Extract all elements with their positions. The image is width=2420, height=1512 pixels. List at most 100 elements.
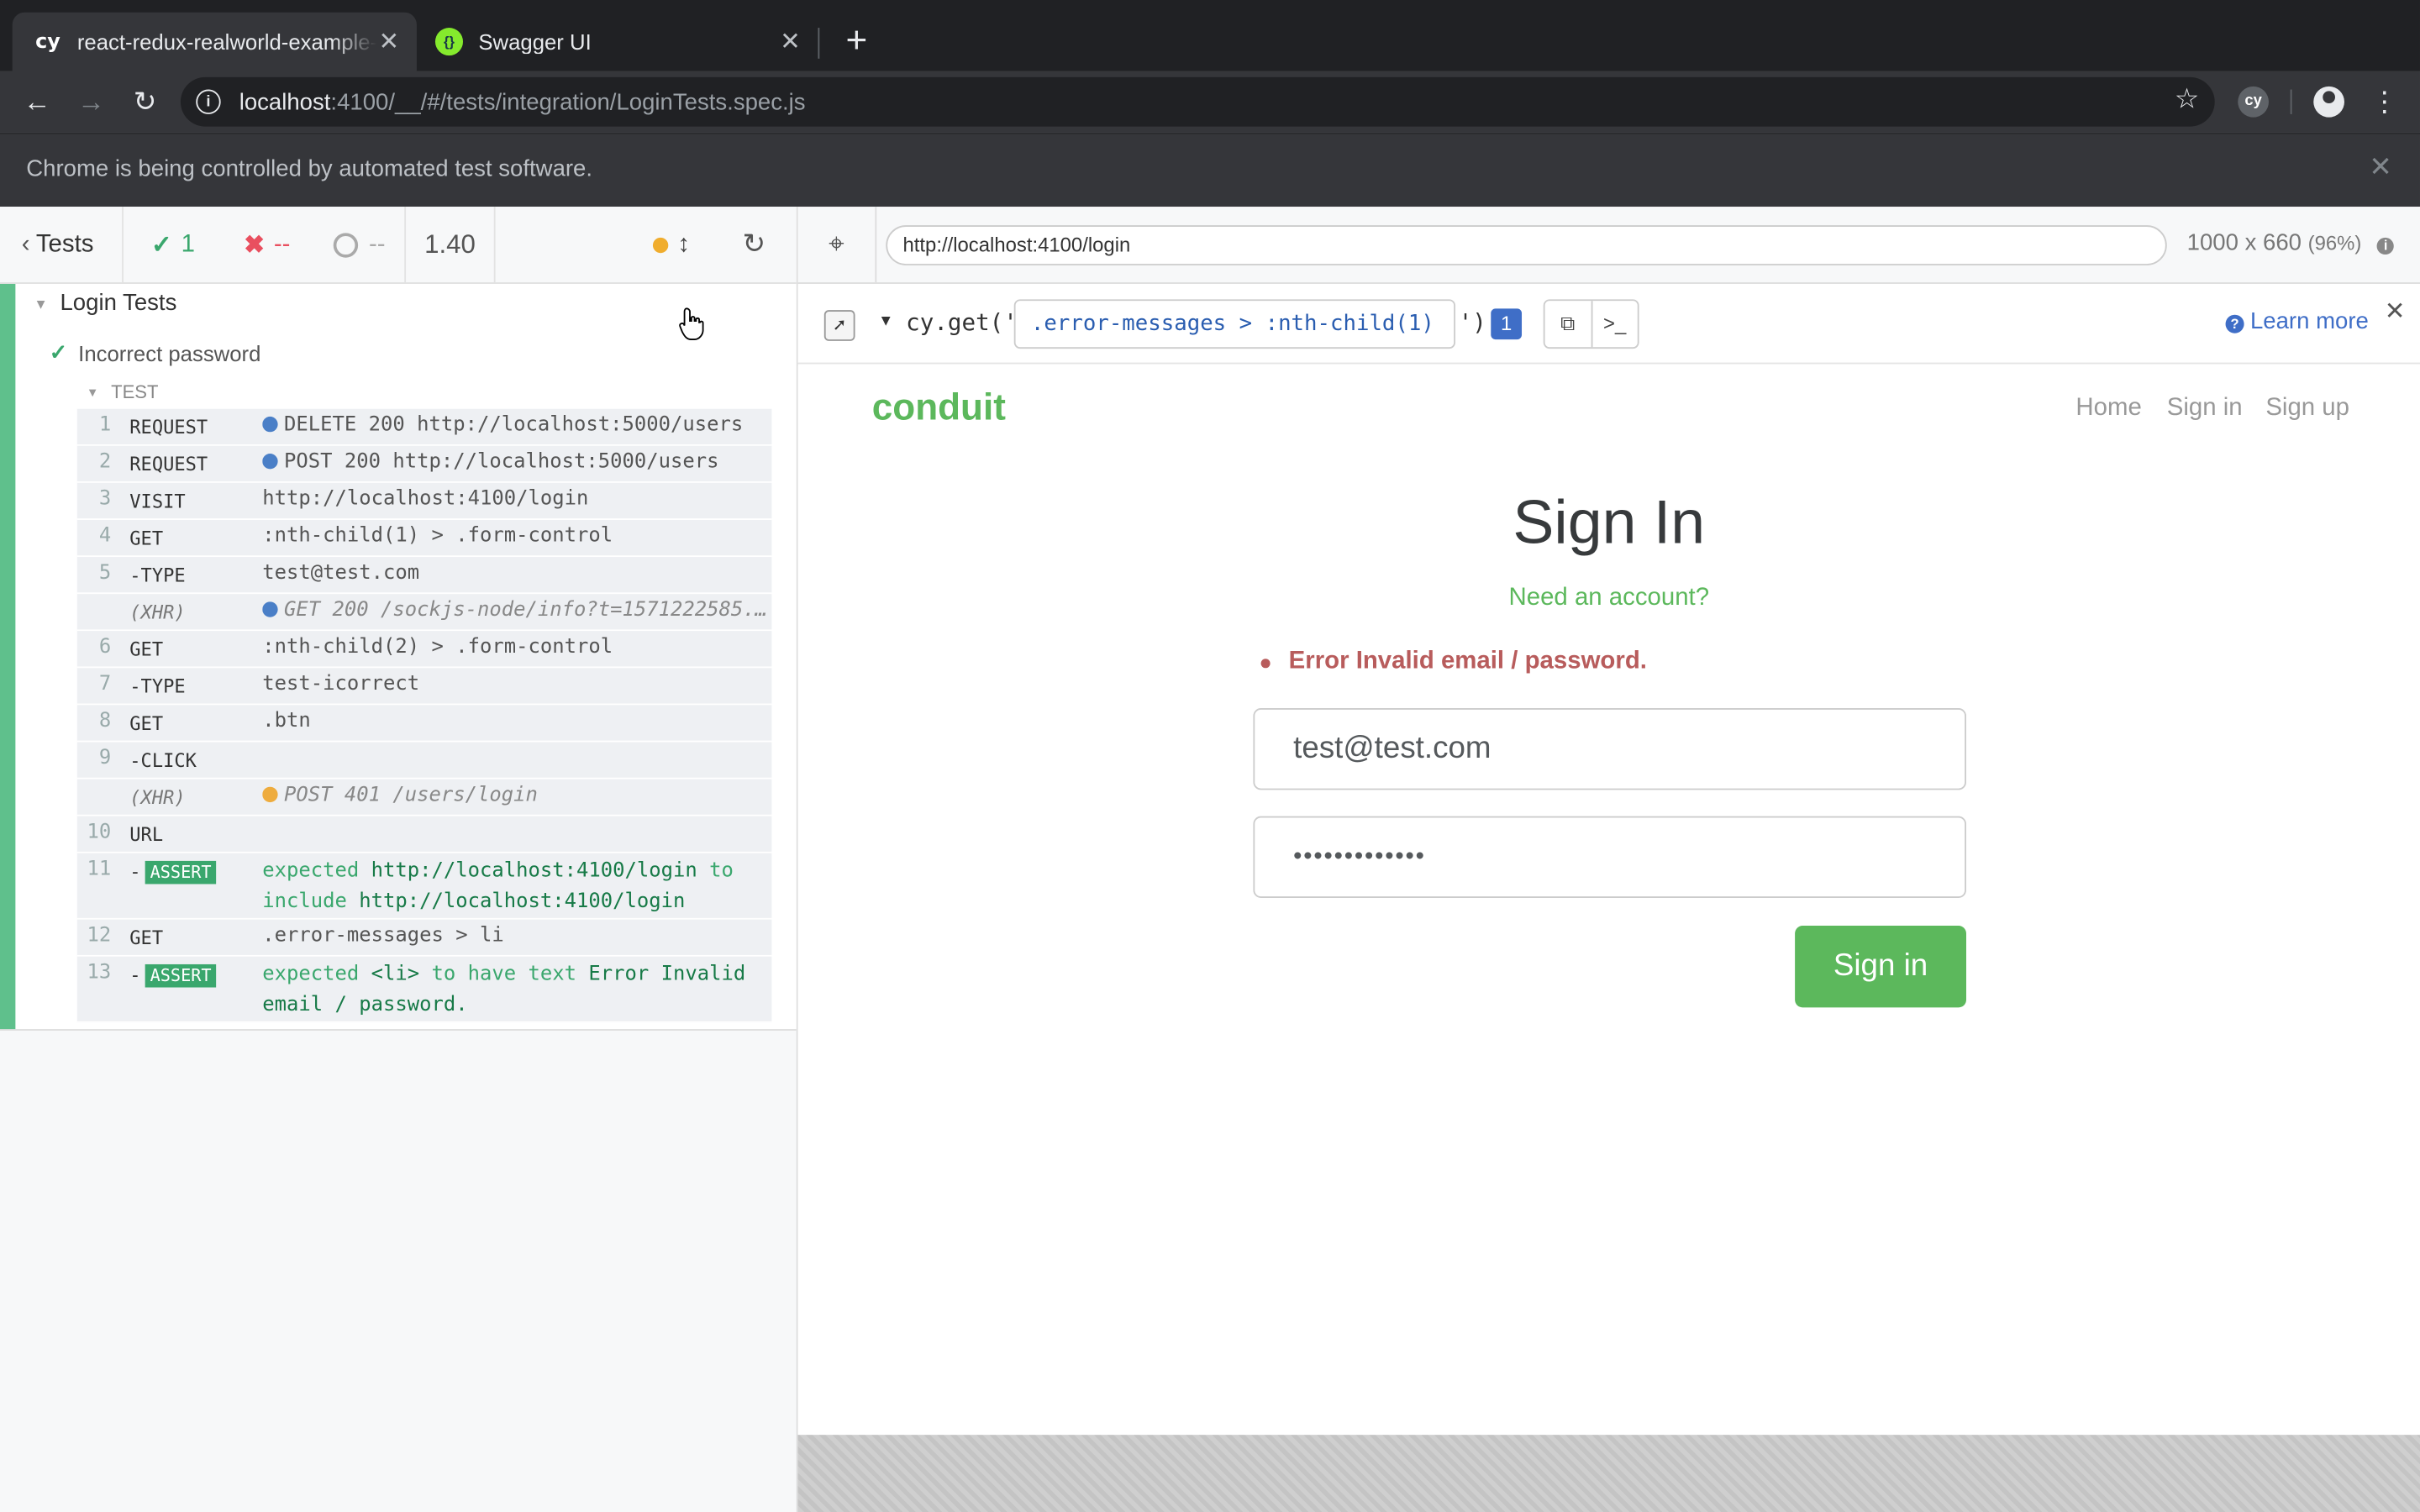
close-tab-icon[interactable]: ✕: [376, 26, 401, 57]
command-row[interactable]: 12 GET .error-messages > li: [76, 919, 772, 957]
tab-title: Swagger UI: [478, 29, 592, 55]
command-row[interactable]: 2 REQUEST POST 200 http://localhost:5000…: [76, 445, 772, 483]
assert-row[interactable]: 13 - ASSERT expected <li> to have text Er…: [76, 956, 772, 1023]
menu-kebab-icon[interactable]: ⋮: [2370, 83, 2398, 120]
error-message: Error Invalid email / password.: [1260, 648, 1647, 675]
caret-down-icon: ▼: [34, 295, 48, 312]
aut-header: ⌖ http://localhost:4100/login 1000 x 660…: [797, 207, 2420, 284]
help-icon: ?: [2225, 314, 2244, 333]
reporter-header: ‹ Tests ✓ 1 ✖ -- -- 1.40 ↕ ↻: [0, 207, 797, 284]
playground-actions: ⧉ >_: [1543, 299, 1639, 349]
address-bar[interactable]: i localhost:4100/__/#/tests/integration/…: [180, 76, 2215, 127]
profile-avatar-icon[interactable]: [2313, 86, 2344, 118]
assert-badge: ASSERT: [145, 963, 217, 988]
caret-down-icon[interactable]: ▼: [878, 313, 893, 330]
suite-header[interactable]: ▼ Login Tests: [34, 290, 176, 316]
test-header[interactable]: ✓ Incorrect password: [50, 339, 261, 365]
failed-count[interactable]: ✖ --: [244, 207, 290, 282]
playground-suffix: '): [1458, 308, 1486, 337]
pointer-select-icon[interactable]: ➚: [823, 310, 855, 341]
xhr-row[interactable]: (XHR) POST 401 /users/login: [76, 779, 772, 816]
cypress-favicon-icon: cy: [35, 29, 60, 54]
suite-title: Login Tests: [60, 290, 177, 317]
tab-separator: [818, 28, 820, 59]
match-count-badge: 1: [1491, 308, 1523, 340]
assert-badge: ASSERT: [145, 860, 217, 885]
assert-row[interactable]: 11 - ASSERT expected http://localhost:410…: [76, 853, 772, 920]
close-infobar-icon[interactable]: ✕: [2369, 151, 2392, 184]
cypress-extension-icon[interactable]: cy: [2238, 86, 2269, 118]
password-field[interactable]: •••••••••••••: [1253, 816, 1966, 898]
check-icon: ✓: [150, 232, 172, 259]
need-account-link[interactable]: Need an account?: [798, 585, 2420, 612]
xhr-dot-icon: [262, 601, 278, 617]
pending-count[interactable]: --: [333, 207, 386, 282]
nav-sign-up[interactable]: Sign up: [2265, 395, 2349, 423]
pending-circle-icon: [333, 232, 359, 257]
app-under-test: conduit Home Sign in Sign up Sign In Nee…: [797, 365, 2420, 1436]
command-row[interactable]: 3 VISIT http://localhost:4100/login: [76, 482, 772, 520]
scroll-arrows-icon: ↕: [677, 230, 691, 257]
tests-back-button[interactable]: ‹ Tests: [22, 207, 94, 282]
command-row[interactable]: 10 URL: [76, 816, 772, 853]
close-playground-icon[interactable]: ✕: [2385, 297, 2406, 328]
tab-cypress[interactable]: cy react-redux-realworld-example-app ✕: [12, 12, 417, 71]
command-log: 1 REQUEST DELETE 200 http://localhost:50…: [76, 408, 772, 1023]
aut-url-bar[interactable]: http://localhost:4100/login: [886, 225, 2167, 265]
address-url[interactable]: localhost:4100/__/#/tests/integration/Lo…: [239, 89, 806, 115]
duration: 1.40: [424, 228, 476, 259]
xhr-dot-icon: [262, 786, 278, 803]
passed-count[interactable]: ✓ 1: [151, 207, 195, 282]
test-title: Incorrect password: [78, 339, 261, 365]
console-print-icon[interactable]: >_: [1592, 301, 1638, 347]
new-tab-icon[interactable]: +: [838, 20, 875, 63]
command-row[interactable]: 4 GET :nth-child(1) > .form-control: [76, 519, 772, 558]
screen: cy react-redux-realworld-example-app ✕ {…: [0, 0, 2420, 1512]
sign-in-button[interactable]: Sign in: [1795, 926, 1966, 1008]
nav-home[interactable]: Home: [2075, 395, 2141, 423]
xhr-row[interactable]: (XHR) GET 200 /sockjs-node/info?t=157122…: [76, 594, 772, 632]
viewport-info: 1000 x 660 (96%) i: [2187, 230, 2395, 256]
tab-strip: cy react-redux-realworld-example-app ✕ {…: [0, 0, 2420, 71]
selector-input[interactable]: .error-messages > :nth-child(1): [1013, 299, 1456, 349]
viewport-info-icon[interactable]: i: [2377, 237, 2395, 255]
nav-sign-in[interactable]: Sign in: [2167, 395, 2243, 423]
test-runnable: ▼ Login Tests ✓ Incorrect password ▼ TES…: [0, 283, 797, 1031]
command-row[interactable]: 5 -TYPE test@test.com: [76, 557, 772, 595]
chevron-left-icon: ‹: [21, 230, 30, 257]
command-row[interactable]: 7 -TYPE test-icorrect: [76, 668, 772, 706]
swagger-favicon-icon: {}: [434, 28, 464, 56]
request-dot-icon: [262, 416, 278, 433]
command-row[interactable]: 9 -CLICK: [76, 742, 772, 780]
request-dot-icon: [262, 453, 278, 470]
x-icon: ✖: [244, 232, 265, 259]
reload-icon[interactable]: ↻: [127, 83, 164, 120]
rerun-icon[interactable]: ↻: [742, 207, 765, 282]
pass-indicator-bar: [0, 283, 16, 1030]
copy-icon[interactable]: ⧉: [1545, 301, 1592, 348]
toolbar-separator: [2290, 89, 2292, 114]
forward-icon[interactable]: →: [72, 83, 109, 120]
infobar-message: Chrome is being controlled by automated …: [26, 155, 593, 182]
tab-title: react-redux-realworld-example-app: [76, 29, 377, 55]
site-info-icon[interactable]: i: [196, 89, 221, 114]
hand-cursor-icon: [679, 307, 704, 340]
playground-prefix: cy.get(': [906, 308, 1018, 337]
tab-swagger[interactable]: {} Swagger UI ✕: [420, 13, 818, 71]
auto-scroll-toggle[interactable]: ↕: [652, 207, 691, 282]
aut-background-stripes: [797, 1435, 2420, 1512]
cypress-reporter: ‹ Tests ✓ 1 ✖ -- -- 1.40 ↕ ↻ ▼ Login Tes…: [0, 207, 798, 1512]
close-tab-icon[interactable]: ✕: [778, 26, 802, 57]
selector-crosshair-icon[interactable]: ⌖: [798, 207, 877, 283]
back-icon[interactable]: ←: [18, 83, 55, 120]
brand-logo[interactable]: conduit: [872, 387, 1006, 430]
email-field[interactable]: test@test.com: [1253, 708, 1966, 790]
command-row[interactable]: 6 GET :nth-child(2) > .form-control: [76, 631, 772, 669]
browser-toolbar: ← → ↻ i localhost:4100/__/#/tests/integr…: [0, 71, 2420, 133]
command-row[interactable]: 8 GET .btn: [76, 705, 772, 743]
status-dot-icon: [652, 236, 669, 253]
learn-more-link[interactable]: ? Learn more: [2225, 308, 2369, 335]
bookmark-star-icon[interactable]: ☆: [2175, 83, 2200, 116]
hook-header[interactable]: ▼ TEST: [87, 381, 159, 403]
command-row[interactable]: 1 REQUEST DELETE 200 http://localhost:50…: [76, 408, 772, 446]
